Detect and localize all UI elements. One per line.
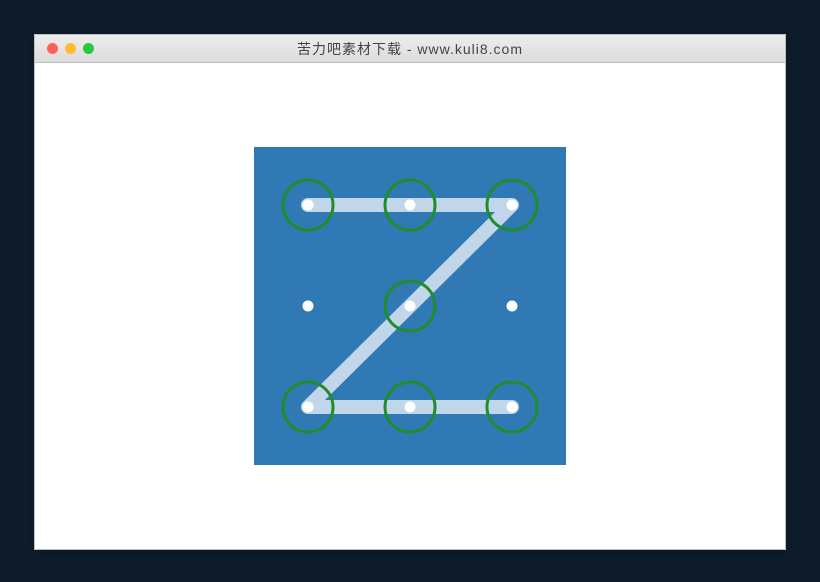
window-title: 苦力吧素材下载 - www.kuli8.com bbox=[35, 39, 785, 59]
pattern-node-dot[interactable] bbox=[507, 301, 518, 312]
titlebar: 苦力吧素材下载 - www.kuli8.com bbox=[35, 35, 785, 63]
pattern-node-dot[interactable] bbox=[303, 200, 314, 211]
pattern-node-dot[interactable] bbox=[405, 301, 416, 312]
browser-window: 苦力吧素材下载 - www.kuli8.com bbox=[34, 34, 786, 550]
close-icon[interactable] bbox=[47, 43, 58, 54]
pattern-lock[interactable] bbox=[254, 147, 566, 465]
pattern-node-dot[interactable] bbox=[303, 301, 314, 312]
maximize-icon[interactable] bbox=[83, 43, 94, 54]
pattern-lock-canvas[interactable] bbox=[254, 147, 566, 465]
traffic-lights bbox=[35, 43, 94, 54]
pattern-node-dot[interactable] bbox=[507, 200, 518, 211]
pattern-node-dot[interactable] bbox=[405, 200, 416, 211]
pattern-node-dot[interactable] bbox=[405, 402, 416, 413]
content-area bbox=[35, 63, 785, 549]
minimize-icon[interactable] bbox=[65, 43, 76, 54]
pattern-node-dot[interactable] bbox=[507, 402, 518, 413]
pattern-node-dot[interactable] bbox=[303, 402, 314, 413]
